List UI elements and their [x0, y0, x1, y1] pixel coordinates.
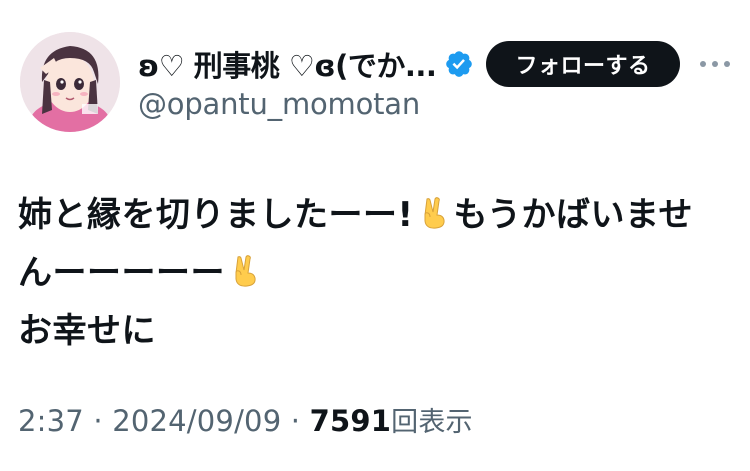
- victory-hand-emoji-icon: [416, 191, 452, 229]
- more-options-icon[interactable]: [700, 54, 730, 74]
- victory-hand-emoji-icon: [227, 249, 263, 287]
- more-dot: [712, 61, 718, 67]
- tweet-text-segment: もうかばいませ: [453, 195, 693, 235]
- tweet-text-segment: 姉と縁を切りましたーー!: [18, 195, 414, 235]
- author-display-name[interactable]: ʚ♡ 刑事桃 ♡ɞ(でか...: [138, 43, 437, 85]
- author-avatar[interactable]: [20, 32, 120, 132]
- tweet-time[interactable]: 2:37: [18, 404, 84, 438]
- meta-separator: ·: [281, 404, 310, 438]
- tweet-meta: 2:37 · 2024/09/09 · 7591回表示: [18, 400, 473, 439]
- more-dot: [700, 61, 706, 67]
- tweet-line-1: 姉と縁を切りましたーー! もうかばいませ: [18, 186, 738, 244]
- tweet-detail: ʚ♡ 刑事桃 ♡ɞ(でか... @opantu_momotan フォローする 姉…: [0, 0, 750, 471]
- avatar-image: [20, 32, 120, 132]
- tweet-text-segment: んーーーーー: [18, 253, 225, 293]
- view-count-label: 回表示: [391, 407, 473, 438]
- meta-separator: ·: [83, 404, 113, 438]
- author-name-row: ʚ♡ 刑事桃 ♡ɞ(でか...: [138, 44, 474, 84]
- more-dot: [724, 61, 730, 67]
- tweet-text: 姉と縁を切りましたーー! もうかばいませ んーーーーー お幸せに: [18, 186, 738, 360]
- tweet-line-2: んーーーーー: [18, 244, 738, 302]
- tweet-line-3: お幸せに: [18, 311, 156, 351]
- author-handle[interactable]: @opantu_momotan: [138, 87, 420, 121]
- verified-badge-icon: [444, 49, 474, 79]
- view-count: 7591: [309, 404, 392, 438]
- follow-button[interactable]: フォローする: [486, 41, 680, 87]
- tweet-date[interactable]: 2024/09/09: [112, 404, 281, 438]
